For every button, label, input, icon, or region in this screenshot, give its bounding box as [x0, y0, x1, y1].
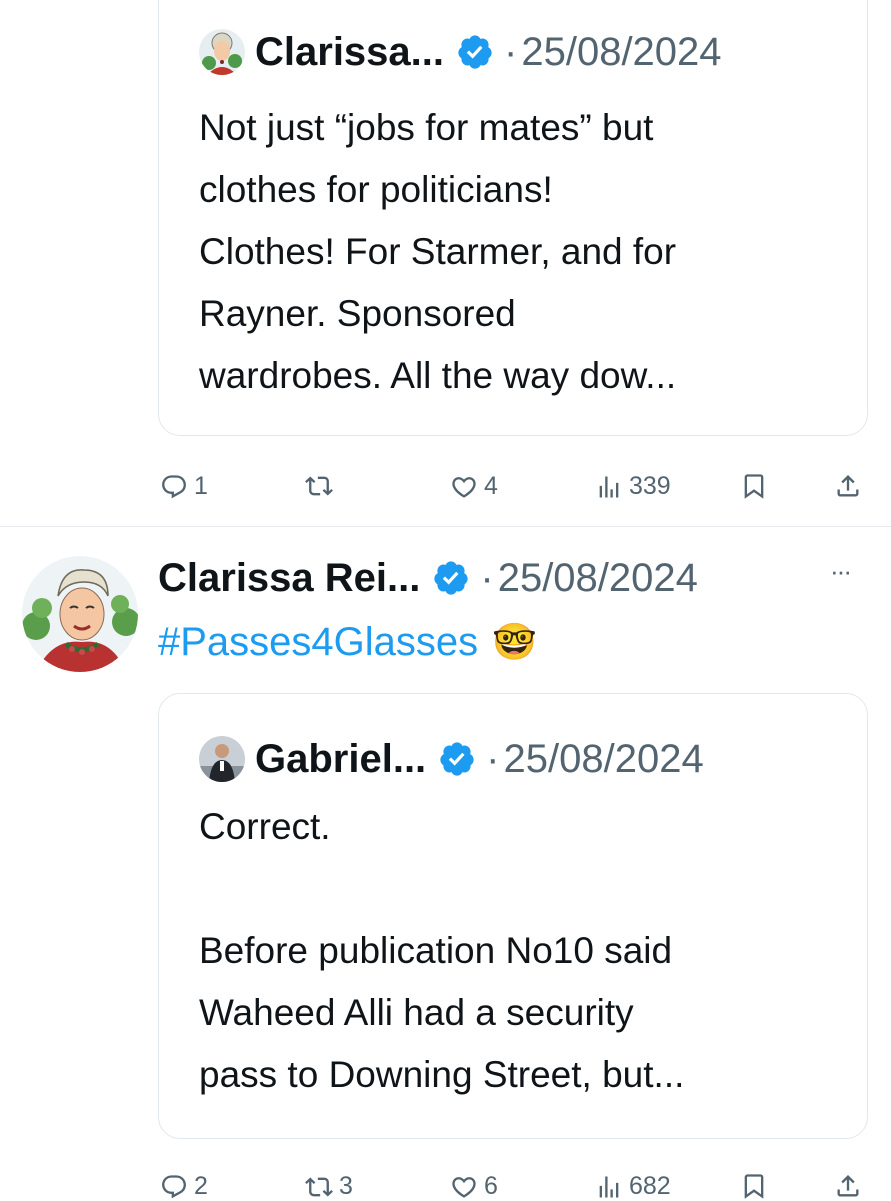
quoted-tweet-date[interactable]: 25/08/2024: [521, 30, 721, 75]
tweet-header: Clarissa Rei... · 25/08/2024: [158, 550, 698, 606]
quoted-tweet-header: Clarissa... · 25/08/2024: [199, 25, 722, 79]
quoted-tweet-header: Gabriel... · 25/08/2024: [199, 732, 704, 786]
quoted-tweet-card[interactable]: Clarissa... · 25/08/2024 Not just “jobs …: [158, 0, 868, 436]
quoted-author-name[interactable]: Clarissa...: [255, 30, 444, 75]
avatar[interactable]: [199, 736, 245, 782]
repost-button[interactable]: 3: [305, 1172, 353, 1201]
like-button[interactable]: 4: [450, 472, 498, 501]
share-icon: [837, 1175, 859, 1197]
quoted-tweet-text: Not just “jobs for mates” but clothes fo…: [199, 107, 677, 396]
hashtag-link[interactable]: #Passes4Glasses: [158, 620, 478, 665]
reply-icon: [162, 1174, 186, 1198]
heart-icon: [452, 1176, 476, 1198]
verified-badge-icon: [458, 35, 492, 69]
analytics-icon: [599, 476, 619, 497]
share-icon: [837, 475, 859, 497]
verified-badge-icon: [434, 561, 468, 595]
like-count: 4: [484, 472, 498, 500]
like-button[interactable]: 6: [450, 1172, 498, 1201]
separator-dot: ·: [480, 555, 494, 600]
tweet-date[interactable]: 25/08/2024: [498, 556, 698, 601]
avatar[interactable]: [199, 29, 245, 75]
repost-icon: [305, 476, 333, 496]
repost-button[interactable]: [305, 472, 339, 500]
more-options-button[interactable]: ···: [830, 556, 852, 587]
views-button[interactable]: 339: [595, 472, 671, 501]
like-count: 6: [484, 1172, 498, 1200]
analytics-icon: [599, 1176, 619, 1197]
heart-icon: [452, 476, 476, 498]
repost-count: 3: [339, 1172, 353, 1200]
tweet-text: #Passes4Glasses 🤓: [158, 612, 537, 672]
separator-dot: ·: [504, 29, 518, 74]
view-count: 339: [629, 472, 671, 500]
reply-count: 1: [194, 472, 208, 500]
quoted-tweet-text: Correct. Before publication No10 said Wa…: [199, 806, 685, 1095]
author-name[interactable]: Clarissa Rei...: [158, 556, 420, 601]
bookmark-button[interactable]: [740, 1172, 768, 1200]
share-button[interactable]: [834, 1172, 862, 1200]
quoted-tweet-date[interactable]: 25/08/2024: [504, 737, 704, 782]
reply-button[interactable]: 1: [160, 472, 208, 501]
bookmark-icon: [744, 474, 764, 499]
view-count: 682: [629, 1172, 671, 1200]
author-avatar[interactable]: [22, 556, 138, 672]
reply-button[interactable]: 2: [160, 1172, 208, 1201]
nerd-face-emoji: 🤓: [492, 622, 537, 663]
post-divider: [0, 526, 891, 527]
bookmark-icon: [744, 1174, 764, 1199]
quoted-tweet-card[interactable]: Gabriel... · 25/08/2024 Correct. Before …: [158, 693, 868, 1139]
share-button[interactable]: [834, 472, 862, 500]
bookmark-button[interactable]: [740, 472, 768, 500]
quoted-author-name[interactable]: Gabriel...: [255, 737, 426, 782]
verified-badge-icon: [440, 742, 474, 776]
separator-dot: ·: [486, 736, 500, 781]
reply-count: 2: [194, 1172, 208, 1200]
reply-icon: [162, 474, 186, 498]
repost-icon: [305, 1177, 333, 1196]
views-button[interactable]: 682: [595, 1172, 671, 1201]
